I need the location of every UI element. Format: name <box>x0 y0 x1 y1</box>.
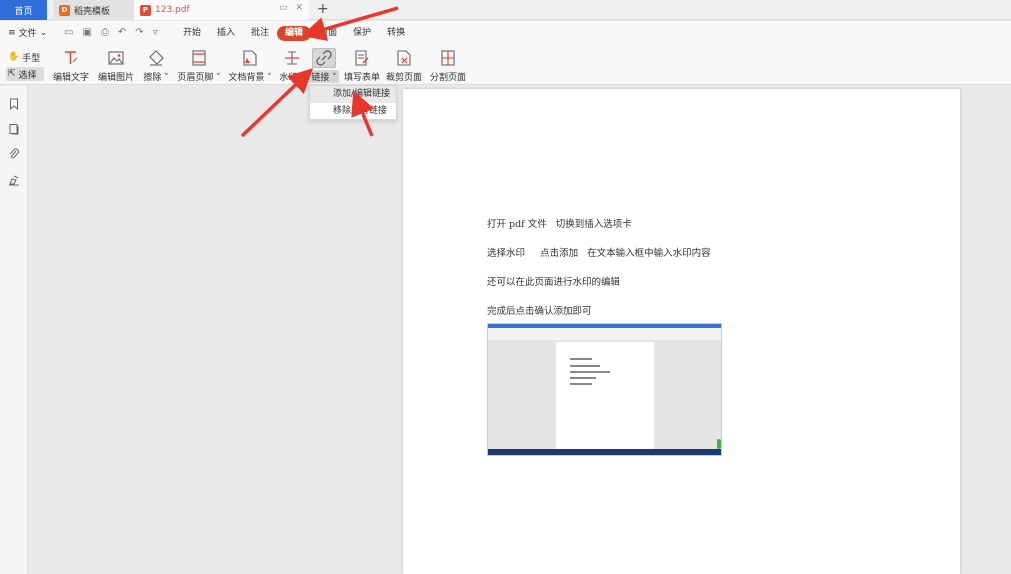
tab-template[interactable]: D 稻壳模板 <box>53 0 134 20</box>
fill-form-label: 填写表单 <box>343 73 380 83</box>
link-dropdown-menu: 添加/编辑链接 移除所有链接 <box>309 85 397 120</box>
crop-icon <box>392 48 416 68</box>
quick-access-toolbar: ▭ ▣ ⎙ ↶ ↷ ▿ <box>64 27 158 38</box>
close-icon[interactable]: ✕ <box>295 3 303 13</box>
open-folder-icon[interactable]: ▭ <box>64 27 73 38</box>
embedded-green-marker <box>717 439 721 449</box>
embedded-page <box>556 342 654 450</box>
edit-text-label: 编辑文字 <box>52 73 89 83</box>
doc-background-button[interactable]: 文档背景 ˅ <box>226 48 274 83</box>
bookmark-icon[interactable] <box>8 98 20 110</box>
docer-logo-icon: D <box>59 4 70 16</box>
embedded-screenshot-image <box>487 323 722 456</box>
edit-text-button[interactable]: 编辑文字 <box>47 48 95 83</box>
tab-protect[interactable]: 保护 <box>345 26 379 41</box>
select-tool-label: 选择 <box>18 70 37 81</box>
embedded-text-line <box>570 365 600 367</box>
tab-template-label: 稻壳模板 <box>74 6 111 17</box>
redo-icon[interactable]: ↷ <box>135 27 143 38</box>
chevron-down-icon: ⌄ <box>39 27 48 38</box>
eraser-icon <box>144 48 168 68</box>
edit-text-icon <box>59 48 83 68</box>
left-sidebar <box>0 86 28 574</box>
pdf-page: 打开 pdf 文件 切换到插入选项卡 选择水印 点击添加 在文本输入框中输入水印… <box>403 89 960 574</box>
crop-page-label: 裁剪页面 <box>385 73 422 83</box>
link-icon <box>312 48 336 68</box>
header-footer-button[interactable]: 页眉页脚 ˅ <box>175 48 223 83</box>
menu-tabs: 开始 插入 批注 编辑 页面 保护 转换 <box>175 21 413 45</box>
file-menu-label: 文件 <box>18 29 37 39</box>
tab-convert[interactable]: 转换 <box>379 26 413 41</box>
erase-button[interactable]: 擦除 ˅ <box>132 48 180 83</box>
tab-edit[interactable]: 编辑 <box>277 25 312 41</box>
embedded-text-line <box>570 383 592 385</box>
edit-image-icon <box>104 48 128 68</box>
tab-bar: 首页 D 稻壳模板 P 123.pdf ▭ ✕ + <box>0 0 1011 20</box>
background-icon <box>238 48 262 68</box>
tab-home-label: 首页 <box>14 6 33 17</box>
split-page-button[interactable]: 分割页面 <box>424 48 472 83</box>
doc-background-label: 文档背景 ˅ <box>228 73 272 83</box>
new-tab-icon[interactable]: + <box>317 1 329 17</box>
form-icon <box>350 48 374 68</box>
fill-form-button[interactable]: 填写表单 <box>338 48 386 83</box>
tab-page[interactable]: 页面 <box>311 26 345 41</box>
hand-tool-label: 手型 <box>22 53 41 64</box>
erase-label: 擦除 ˅ <box>143 73 169 83</box>
menu-bar: ≡ 文件 ⌄ ▭ ▣ ⎙ ↶ ↷ ▿ 开始 插入 批注 编辑 页面 保护 转换 <box>0 21 1011 45</box>
header-footer-icon <box>187 48 211 68</box>
signature-icon[interactable] <box>8 174 20 186</box>
embedded-ribbon <box>488 328 721 340</box>
ribbon-toolbar: ✋ 手型 ⇱ 选择 编辑文字 编辑图片 擦除 ˅ 页眉页脚 ˅ 文档背景 ˅ 水… <box>0 45 1011 85</box>
doc-text-line: 还可以在此页面进行水印的编辑 <box>487 277 621 288</box>
doc-text-line: 完成后点击确认添加即可 <box>487 306 592 317</box>
save-icon[interactable]: ▣ <box>82 27 91 38</box>
remove-all-links-item[interactable]: 移除所有链接 <box>310 103 396 120</box>
embedded-text-line <box>570 377 596 379</box>
tab-home[interactable]: 首页 <box>0 0 47 20</box>
embedded-text-line <box>570 371 610 373</box>
embedded-text-line <box>570 358 592 360</box>
customize-icon[interactable]: ▿ <box>153 27 158 38</box>
print-icon[interactable]: ⎙ <box>101 27 109 38</box>
edit-image-label: 编辑图片 <box>97 73 134 83</box>
pdf-file-icon: P <box>140 4 151 16</box>
tab-pdf-label: 123.pdf <box>155 5 190 15</box>
cursor-icon: ⇱ <box>8 69 16 79</box>
file-menu-button[interactable]: ≡ 文件 ⌄ <box>8 26 48 40</box>
undo-icon[interactable]: ↶ <box>118 27 126 38</box>
tab-annotate[interactable]: 批注 <box>243 26 277 41</box>
doc-text-line: 打开 pdf 文件 切换到插入选项卡 <box>487 219 632 230</box>
tab-start[interactable]: 开始 <box>175 26 209 41</box>
hand-icon: ✋ <box>8 52 20 62</box>
crop-page-button[interactable]: 裁剪页面 <box>380 48 428 83</box>
tab-pdf-document[interactable]: P 123.pdf ▭ ✕ <box>134 0 309 20</box>
tab-insert[interactable]: 插入 <box>209 26 243 41</box>
doc-text-line: 选择水印 点击添加 在文本输入框中输入水印内容 <box>487 248 711 259</box>
pin-icon[interactable]: ▭ <box>279 3 288 13</box>
embedded-taskbar <box>488 449 721 455</box>
split-icon <box>436 48 460 68</box>
link-label: 链接 ˅ <box>309 70 339 83</box>
select-tool-button[interactable]: ⇱ 选择 <box>6 67 44 81</box>
thumbnail-icon[interactable] <box>8 123 20 135</box>
header-footer-label: 页眉页脚 ˅ <box>177 73 221 83</box>
split-page-label: 分割页面 <box>429 73 466 83</box>
add-edit-link-item[interactable]: 添加/编辑链接 <box>310 86 396 103</box>
hand-tool-button[interactable]: ✋ 手型 <box>6 50 44 64</box>
hamburger-icon: ≡ <box>8 27 16 38</box>
attachment-icon[interactable] <box>8 148 20 160</box>
